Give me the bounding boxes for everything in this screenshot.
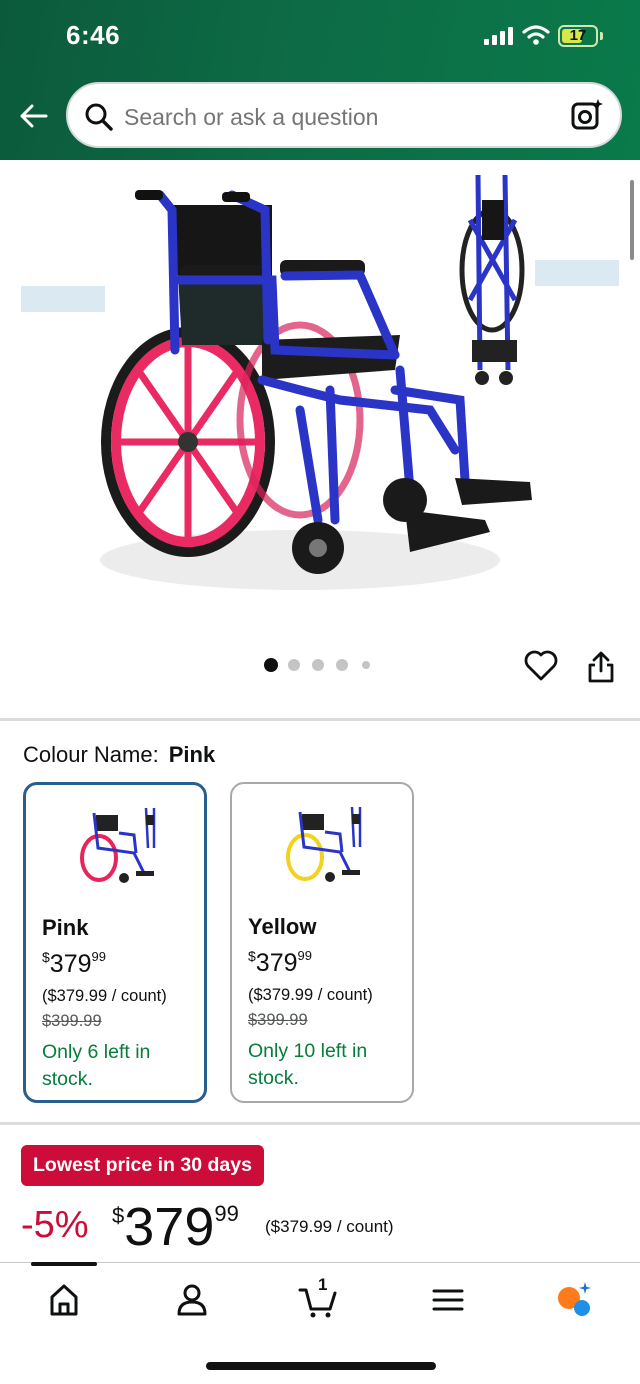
yellow-wheelchair-thumb bbox=[286, 806, 362, 882]
swatch-stock-status: Only 6 left in stock. bbox=[42, 1041, 151, 1090]
image-overlay-box bbox=[535, 260, 619, 286]
colour-swatch-pink[interactable]: Pink $37999 ($379.99 / count) $399.99 On… bbox=[23, 782, 207, 1103]
deal-badge: Lowest price in 30 days bbox=[21, 1145, 264, 1186]
pagination-dot[interactable] bbox=[288, 659, 300, 671]
cellular-signal-icon bbox=[484, 27, 516, 45]
cart-count-badge: 1 bbox=[318, 1275, 328, 1294]
app-header: 6:46 17 bbox=[0, 0, 640, 160]
account-icon[interactable] bbox=[172, 1280, 212, 1320]
pagination-dot[interactable] bbox=[312, 659, 324, 671]
swatch-price: $37999 bbox=[42, 949, 106, 978]
image-overlay-box bbox=[21, 286, 105, 312]
battery-icon: 17 bbox=[558, 25, 598, 47]
swatch-list-price: $399.99 bbox=[42, 1012, 102, 1030]
colour-selected-value: Pink bbox=[168, 742, 216, 767]
gallery-scrollbar[interactable] bbox=[630, 180, 634, 260]
swatch-name: Yellow bbox=[248, 914, 317, 939]
rufus-assistant-icon[interactable] bbox=[554, 1280, 594, 1320]
colour-swatch-yellow[interactable]: Yellow $37999 ($379.99 / count) $399.99 … bbox=[230, 782, 414, 1103]
swatch-unit-price: ($379.99 / count) bbox=[42, 987, 167, 1005]
battery-level: 17 bbox=[569, 27, 587, 44]
discount-percent: -5% bbox=[21, 1204, 89, 1246]
heart-icon[interactable] bbox=[524, 650, 558, 682]
camera-search-icon[interactable] bbox=[570, 98, 604, 132]
unit-price: ($379.99 / count) bbox=[265, 1217, 394, 1236]
home-icon[interactable] bbox=[44, 1280, 84, 1320]
search-icon bbox=[85, 103, 113, 131]
menu-icon[interactable] bbox=[428, 1280, 468, 1320]
product-image-gallery[interactable] bbox=[0, 160, 640, 720]
swatch-stock-status: Only 10 left in stock. bbox=[248, 1040, 368, 1089]
wifi-icon bbox=[522, 25, 550, 45]
search-bar[interactable] bbox=[66, 82, 622, 148]
home-indicator bbox=[206, 1362, 436, 1370]
colour-name-label: Colour Name: Pink bbox=[23, 742, 215, 768]
pagination-dot[interactable] bbox=[362, 661, 370, 669]
nav-active-indicator bbox=[31, 1262, 97, 1266]
back-arrow-icon[interactable] bbox=[18, 98, 50, 134]
swatch-price: $37999 bbox=[248, 948, 312, 977]
status-time: 6:46 bbox=[66, 20, 121, 50]
swatch-unit-price: ($379.99 / count) bbox=[248, 986, 373, 1004]
section-divider bbox=[0, 718, 640, 721]
pagination-dot-active[interactable] bbox=[264, 658, 278, 672]
colour-label-text: Colour Name: bbox=[23, 742, 159, 767]
search-input[interactable] bbox=[124, 102, 524, 132]
swatch-list-price: $399.99 bbox=[248, 1011, 308, 1029]
swatch-name: Pink bbox=[42, 915, 89, 940]
share-icon[interactable] bbox=[586, 650, 616, 684]
pagination-dot[interactable] bbox=[336, 659, 348, 671]
product-price: $37999 bbox=[112, 1197, 239, 1257]
wheelchair-product-image bbox=[100, 174, 532, 590]
pink-wheelchair-thumb bbox=[80, 807, 156, 883]
section-divider bbox=[0, 1122, 640, 1125]
